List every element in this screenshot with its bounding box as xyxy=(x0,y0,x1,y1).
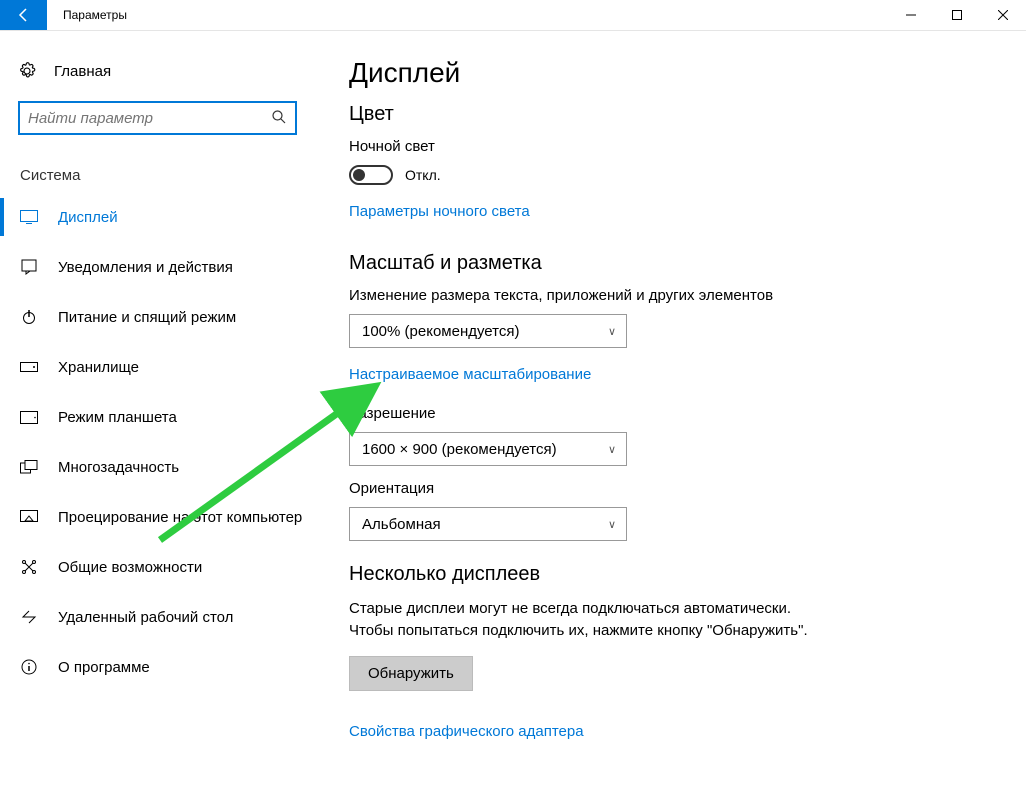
arrow-left-icon xyxy=(16,7,32,23)
custom-scaling-link[interactable]: Настраиваемое масштабирование xyxy=(349,366,591,383)
orientation-label: Ориентация xyxy=(349,480,1006,497)
page-title: Дисплей xyxy=(349,57,1006,89)
detect-button[interactable]: Обнаружить xyxy=(349,656,473,691)
sidebar-item-remote[interactable]: Удаленный рабочий стол xyxy=(0,592,315,642)
night-light-toggle[interactable] xyxy=(349,165,393,185)
sidebar-item-notifications[interactable]: Уведомления и действия xyxy=(0,242,315,292)
chevron-down-icon: ∨ xyxy=(608,325,616,338)
sidebar-item-label: Режим планшета xyxy=(58,409,177,426)
gear-icon xyxy=(18,62,36,80)
close-icon xyxy=(998,10,1008,20)
sidebar-item-label: Удаленный рабочий стол xyxy=(58,609,233,626)
maximize-button[interactable] xyxy=(934,0,980,30)
maximize-icon xyxy=(952,10,962,20)
search-icon xyxy=(271,109,287,128)
section-color: Цвет xyxy=(349,103,1006,126)
sidebar-item-power[interactable]: Питание и спящий режим xyxy=(0,292,315,342)
sidebar-item-label: О программе xyxy=(58,659,150,676)
resolution-value: 1600 × 900 (рекомендуется) xyxy=(362,441,557,458)
multitask-icon xyxy=(20,460,38,474)
minimize-button[interactable] xyxy=(888,0,934,30)
sidebar-item-tablet[interactable]: Режим планшета xyxy=(0,392,315,442)
close-button[interactable] xyxy=(980,0,1026,30)
sidebar-section-title: Система xyxy=(0,135,315,192)
monitor-icon xyxy=(20,210,38,224)
orientation-value: Альбомная xyxy=(362,516,441,533)
project-icon xyxy=(20,510,38,524)
window-title: Параметры xyxy=(47,0,127,30)
scale-value: 100% (рекомендуется) xyxy=(362,323,519,340)
sidebar-item-label: Питание и спящий режим xyxy=(58,309,236,326)
home-label: Главная xyxy=(54,63,111,80)
back-button[interactable] xyxy=(0,0,47,30)
notification-icon xyxy=(20,259,38,275)
gpu-properties-link[interactable]: Свойства графического адаптера xyxy=(349,723,584,740)
sidebar-item-label: Уведомления и действия xyxy=(58,259,233,276)
shared-icon xyxy=(20,559,38,575)
night-light-settings-link[interactable]: Параметры ночного света xyxy=(349,203,530,220)
sidebar-item-multitasking[interactable]: Многозадачность xyxy=(0,442,315,492)
sidebar-item-label: Проецирование на этот компьютер xyxy=(58,509,302,526)
sidebar-item-display[interactable]: Дисплей xyxy=(0,192,315,242)
search-input-wrapper[interactable] xyxy=(18,101,297,135)
sidebar-item-about[interactable]: О программе xyxy=(0,642,315,692)
sidebar-item-storage[interactable]: Хранилище xyxy=(0,342,315,392)
chevron-down-icon: ∨ xyxy=(608,518,616,531)
minimize-icon xyxy=(906,10,916,20)
remote-icon xyxy=(20,609,38,625)
section-scale: Масштаб и разметка xyxy=(349,252,1006,275)
power-icon xyxy=(20,309,38,325)
resolution-dropdown[interactable]: 1600 × 900 (рекомендуется) ∨ xyxy=(349,432,627,466)
home-button[interactable]: Главная xyxy=(0,53,315,89)
sidebar-item-label: Общие возможности xyxy=(58,559,202,576)
orientation-dropdown[interactable]: Альбомная ∨ xyxy=(349,507,627,541)
night-light-label: Ночной свет xyxy=(349,138,1006,155)
sidebar-item-label: Дисплей xyxy=(58,209,118,226)
storage-icon xyxy=(20,362,38,372)
chevron-down-icon: ∨ xyxy=(608,443,616,456)
multi-body: Старые дисплеи могут не всегда подключат… xyxy=(349,598,829,642)
info-icon xyxy=(20,659,38,675)
sidebar-item-label: Хранилище xyxy=(58,359,139,376)
scale-dropdown[interactable]: 100% (рекомендуется) ∨ xyxy=(349,314,627,348)
night-light-state: Откл. xyxy=(405,167,441,183)
sidebar-item-projecting[interactable]: Проецирование на этот компьютер xyxy=(0,492,315,542)
resolution-label: Разрешение xyxy=(349,405,1006,422)
sidebar-item-label: Многозадачность xyxy=(58,459,179,476)
scale-label: Изменение размера текста, приложений и д… xyxy=(349,287,1006,304)
tablet-icon xyxy=(20,411,38,424)
section-multi: Несколько дисплеев xyxy=(349,563,1006,586)
search-input[interactable] xyxy=(28,110,271,127)
sidebar-item-shared[interactable]: Общие возможности xyxy=(0,542,315,592)
